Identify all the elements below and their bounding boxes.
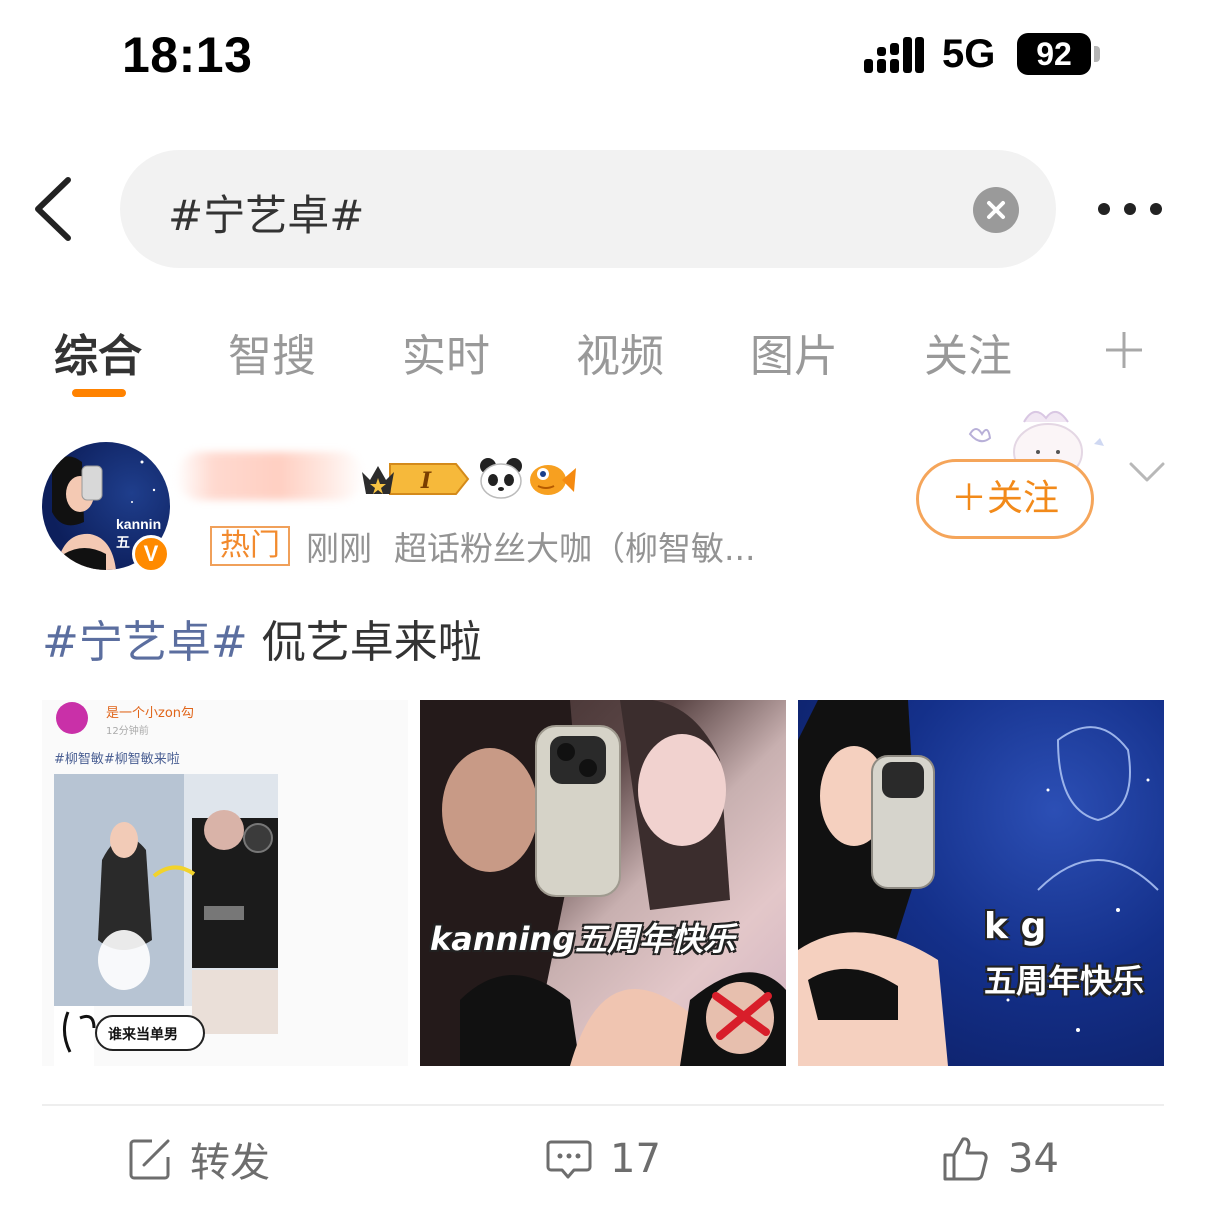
- add-tab-icon[interactable]: [1104, 330, 1144, 370]
- post-meta: 热门 刚刚 超话粉丝大咖（柳智敏...: [210, 522, 755, 570]
- divider: [42, 1104, 1164, 1106]
- comment-icon: [546, 1140, 592, 1179]
- more-icon[interactable]: [1094, 198, 1166, 220]
- post-image-3[interactable]: k g 五周年快乐: [798, 700, 1164, 1066]
- follow-button[interactable]: ＋关注: [916, 459, 1094, 539]
- collage-header-name: 是一个小zon勾: [106, 706, 195, 721]
- post-time: 刚刚: [306, 529, 372, 568]
- tab-shishi[interactable]: 实时: [402, 320, 490, 384]
- network-type: 5G: [942, 32, 996, 76]
- panda-icon: [480, 458, 522, 499]
- illustration-icon: [798, 700, 1159, 1066]
- chevron-down-icon[interactable]: [1128, 460, 1166, 484]
- tab-active-indicator: [72, 389, 126, 397]
- post-image-1[interactable]: 是一个小zon勾 12分钟前 #柳智敏#柳智敏来啦 谁来当单男: [42, 700, 408, 1066]
- image-3-caption-top: k g: [984, 906, 1047, 947]
- username[interactable]: [176, 452, 364, 500]
- post-source[interactable]: 超话粉丝大咖（柳智敏...: [394, 529, 755, 568]
- clear-icon[interactable]: [973, 187, 1019, 233]
- repost-icon: [129, 1139, 170, 1180]
- tab-zhisou[interactable]: 智搜: [228, 320, 316, 384]
- tab-bar: 综合 智搜 实时 视频 图片 关注: [0, 310, 1206, 400]
- verified-icon: V: [132, 535, 170, 573]
- collage-header-time: 12分钟前: [106, 726, 149, 737]
- post-image-2[interactable]: kanning五周年快乐: [420, 700, 786, 1066]
- status-time: 18:13: [122, 27, 253, 83]
- collage-bubble-text: 谁来当单男: [108, 1027, 178, 1043]
- fish-icon: [530, 465, 576, 495]
- tab-shipin[interactable]: 视频: [576, 320, 664, 384]
- search-input[interactable]: #宁艺卓#: [120, 150, 1056, 268]
- battery-cap: [1094, 46, 1100, 62]
- like-count: 34: [1008, 1136, 1059, 1182]
- repost-button[interactable]: 转发: [128, 1130, 270, 1188]
- signal-icon: [864, 37, 924, 73]
- image-2-caption: kanning五周年快乐: [430, 920, 736, 958]
- photo-illustration-icon: [420, 700, 786, 1066]
- collage-header-tags: #柳智敏#柳智敏来啦: [54, 752, 180, 767]
- battery-level: 92: [1017, 33, 1091, 75]
- repost-label: 转发: [190, 1140, 270, 1186]
- search-query: #宁艺卓#: [168, 191, 365, 240]
- like-button[interactable]: 34: [942, 1130, 1059, 1188]
- image-3-caption-bottom: 五周年快乐: [984, 962, 1145, 1000]
- post-body-text: 侃艺卓来啦: [247, 617, 482, 668]
- vip-crown-icon: I: [362, 463, 470, 495]
- image-grid: 是一个小zon勾 12分钟前 #柳智敏#柳智敏来啦 谁来当单男 kanning五…: [42, 700, 1164, 1068]
- status-bar: 18:13 5G 92: [0, 0, 1206, 110]
- tab-tupian[interactable]: 图片: [750, 320, 838, 384]
- like-icon: [943, 1137, 988, 1181]
- tab-guanzhu[interactable]: 关注: [924, 320, 1012, 384]
- post-content: #宁艺卓# 侃艺卓来啦: [42, 606, 482, 670]
- comment-count: 17: [610, 1136, 661, 1182]
- back-icon[interactable]: [30, 176, 78, 242]
- comment-button[interactable]: 17: [546, 1130, 661, 1188]
- topic-link[interactable]: #宁艺卓#: [42, 617, 248, 668]
- vip-level: I: [420, 468, 432, 494]
- tab-zonghe[interactable]: 综合: [54, 320, 142, 384]
- hot-badge: 热门: [210, 526, 290, 566]
